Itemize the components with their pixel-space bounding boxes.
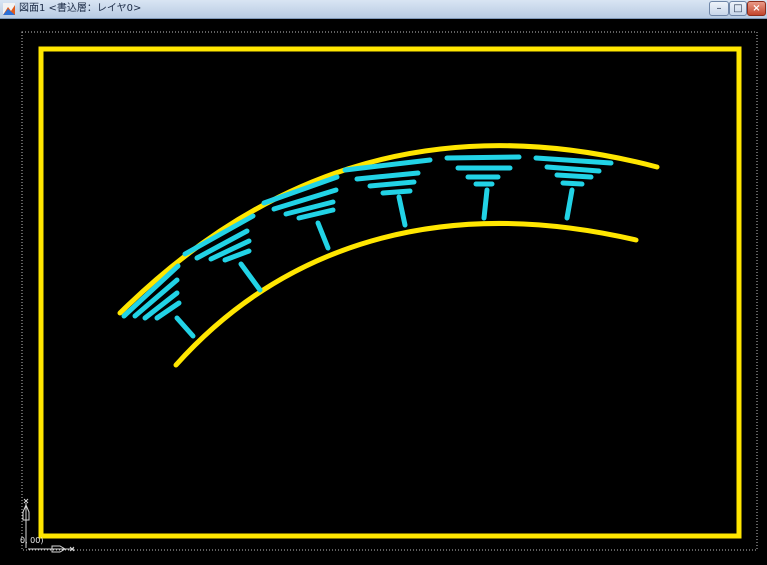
maximize-button[interactable]: □ <box>729 1 747 16</box>
coordinate-readout: 0, 00) <box>20 536 44 545</box>
ucs-x-axis-icon <box>28 545 75 553</box>
t-mark <box>533 155 614 221</box>
cad-window: 図面1 <書込層：レイヤ0> – □ × 0, 00) <box>0 0 767 565</box>
title-bar[interactable]: 図面1 <書込層：レイヤ0> – □ × <box>0 0 767 19</box>
close-button[interactable]: × <box>747 1 766 16</box>
close-icon: × <box>752 3 761 14</box>
minimize-button[interactable]: – <box>709 1 729 16</box>
t-mark <box>342 157 433 228</box>
drawing-canvas[interactable] <box>0 19 767 565</box>
window-title: 図面1 <書込層：レイヤ0> <box>19 3 142 14</box>
t-mark <box>444 154 522 221</box>
cad-drawing-icon <box>3 3 15 15</box>
maximize-icon: □ <box>733 3 743 14</box>
drawing-svg <box>21 31 758 553</box>
minimize-icon: – <box>716 3 722 14</box>
drawing-extent <box>21 31 758 551</box>
t-mark <box>261 174 340 251</box>
drawing-frame <box>38 46 742 539</box>
